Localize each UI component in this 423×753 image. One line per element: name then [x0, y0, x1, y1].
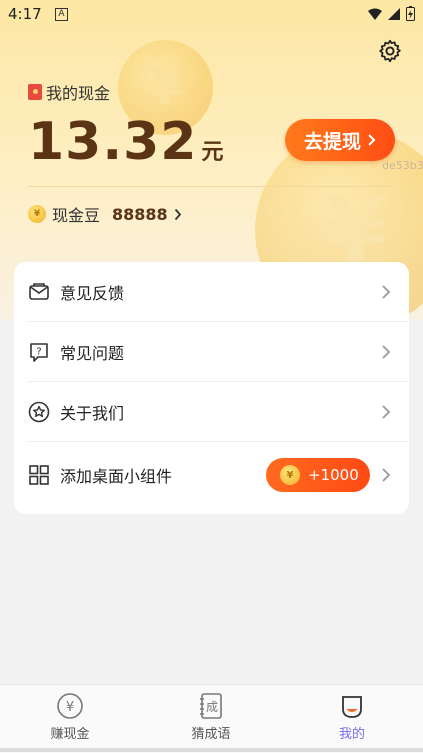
watermark: de53b3 — [382, 159, 423, 172]
widget-grid-icon — [29, 465, 49, 485]
menu-item-label: 常见问题 — [60, 344, 125, 363]
widget-bonus-value: +1000 — [308, 466, 359, 484]
mail-icon — [29, 283, 49, 300]
gold-coin-icon: ¥ — [280, 465, 300, 485]
tab-guess-idiom[interactable]: 成 猜成语 — [161, 691, 261, 742]
question-bubble-icon: ? — [30, 343, 48, 362]
status-time: 4:17 — [8, 5, 42, 23]
yen-coin-icon: ¥ — [57, 693, 83, 719]
tab-label: 赚现金 — [50, 727, 90, 742]
menu-item-add-widget[interactable]: 添加桌面小组件 ¥ +1000 — [14, 442, 409, 508]
svg-text:成: 成 — [206, 700, 218, 714]
star-circle-icon — [28, 401, 50, 423]
tab-mine[interactable]: 我的 — [302, 691, 402, 742]
chevron-right-icon — [382, 405, 391, 419]
tab-earn-cash[interactable]: ¥ 赚现金 — [20, 691, 120, 742]
menu-item-label: 添加桌面小组件 — [60, 467, 173, 486]
settings-gear-icon[interactable] — [377, 38, 403, 64]
chevron-right-icon — [174, 208, 181, 220]
profile-icon — [342, 696, 362, 718]
withdraw-button[interactable]: 去提现 — [285, 119, 395, 161]
bean-coin-icon: ¥ — [28, 205, 46, 223]
chevron-right-icon — [382, 345, 391, 359]
widget-bonus-badge[interactable]: ¥ +1000 — [266, 458, 370, 492]
beans-label: 现金豆 — [52, 206, 101, 225]
tab-label: 我的 — [338, 727, 365, 742]
status-bar: 4:17 A — [0, 0, 423, 28]
cash-amount: 13.32 元 — [28, 112, 224, 172]
menu-item-label: 意见反馈 — [60, 284, 125, 303]
home-indicator — [0, 748, 423, 752]
cash-amount-unit: 元 — [201, 140, 224, 165]
chevron-right-icon — [368, 134, 376, 146]
beans-value: 88888 — [112, 204, 168, 224]
tab-label: 猜成语 — [191, 727, 231, 742]
menu-card: 意见反馈 ? 常见问题 关于我们 添加桌面小组件 ¥ +1000 — [14, 262, 409, 514]
svg-text:¥: ¥ — [66, 700, 74, 715]
svg-text:?: ? — [36, 347, 41, 358]
sim-icon: A — [55, 8, 68, 21]
chevron-right-icon — [382, 285, 391, 299]
menu-item-faq[interactable]: ? 常见问题 — [14, 322, 409, 382]
idiom-book-icon: 成 — [200, 693, 222, 719]
menu-item-label: 关于我们 — [60, 404, 125, 423]
divider — [28, 186, 395, 187]
chevron-right-icon — [382, 468, 391, 482]
battery-icon — [406, 6, 415, 21]
cellular-icon — [388, 7, 400, 20]
cash-amount-value: 13.32 — [28, 112, 198, 172]
red-envelope-icon — [28, 84, 42, 100]
cash-beans-row[interactable]: ¥ 现金豆 88888 — [28, 202, 182, 226]
signal-icon — [368, 8, 382, 20]
menu-item-feedback[interactable]: 意见反馈 — [14, 262, 409, 322]
menu-item-about[interactable]: 关于我们 — [14, 382, 409, 442]
bottom-tab-bar: ¥ 赚现金 成 猜成语 我的 — [0, 684, 423, 753]
withdraw-label: 去提现 — [303, 130, 361, 153]
cash-label: 我的现金 — [46, 84, 111, 103]
system-icons — [368, 6, 415, 21]
cash-label-row: 我的现金 — [28, 80, 110, 104]
